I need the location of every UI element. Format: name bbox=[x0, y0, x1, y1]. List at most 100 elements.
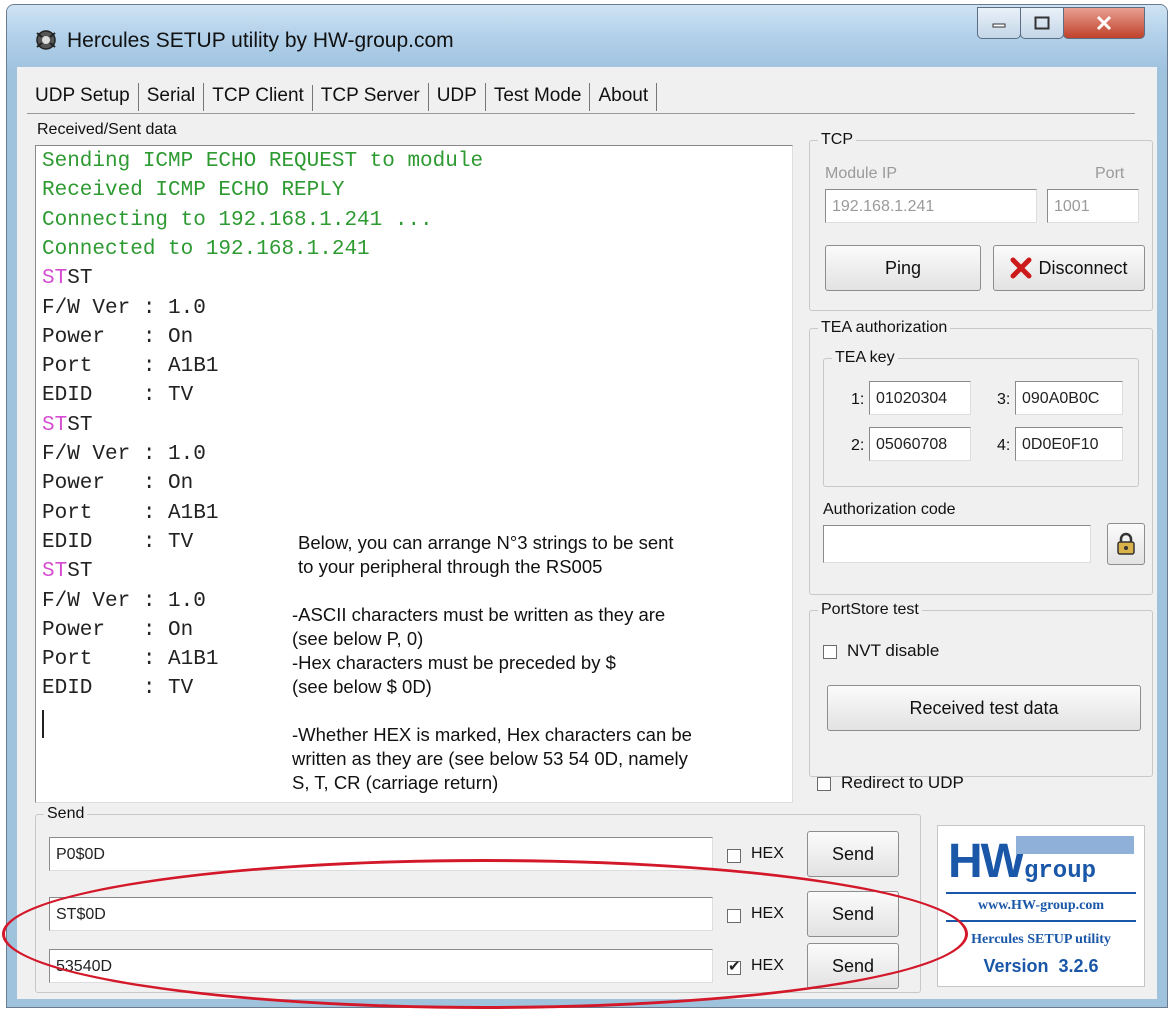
terminal-line: Power : On bbox=[42, 472, 193, 495]
disconnect-button[interactable]: Disconnect bbox=[993, 245, 1145, 291]
app-window: Hercules SETUP utility by HW-group.com U… bbox=[6, 4, 1168, 1008]
tab-udp-setup[interactable]: UDP Setup bbox=[27, 83, 139, 111]
tea-key-4-input[interactable]: 0D0E0F10 bbox=[1015, 427, 1123, 461]
terminal-line: Received ICMP ECHO REPLY bbox=[42, 179, 344, 202]
hex-checkbox-3[interactable] bbox=[727, 957, 741, 975]
text-caret bbox=[42, 710, 44, 738]
tea-legend: TEA authorization bbox=[821, 319, 948, 336]
terminal-line: Connected to 192.168.1.241 bbox=[42, 238, 370, 261]
send-button-1[interactable]: Send bbox=[807, 831, 899, 877]
logo-url: www.HW-group.com bbox=[978, 898, 1104, 913]
tab-test-mode[interactable]: Test Mode bbox=[486, 83, 591, 111]
authorization-code-label: Authorization code bbox=[823, 501, 956, 518]
note-line: to your peripheral through the RS005 bbox=[298, 556, 603, 577]
terminal-line: Connecting to 192.168.1.241 ... bbox=[42, 209, 433, 232]
received-test-data-button[interactable]: Received test data bbox=[827, 685, 1141, 731]
tea-key-2-input[interactable]: 05060708 bbox=[869, 427, 971, 461]
hw-group-logo: HW group www.HW-group.com Hercules SETUP… bbox=[937, 825, 1145, 987]
ping-button[interactable]: Ping bbox=[825, 245, 981, 291]
tab-bar: UDP Setup Serial TCP Client TCP Server U… bbox=[27, 81, 658, 111]
terminal-line: STST bbox=[42, 414, 92, 437]
minimize-icon bbox=[992, 23, 1006, 28]
send-button-label: Send bbox=[831, 903, 875, 924]
ping-label: Ping bbox=[884, 257, 922, 278]
authorization-code-input[interactable] bbox=[823, 525, 1091, 563]
terminal-line-text: Power : On bbox=[42, 472, 194, 496]
terminal-line: F/W Ver : 1.0 bbox=[42, 443, 206, 466]
terminal-line: F/W Ver : 1.0 bbox=[42, 297, 206, 320]
title-bar[interactable]: Hercules SETUP utility by HW-group.com bbox=[7, 5, 1167, 71]
terminal-line-text: F/W Ver : 1.0 bbox=[42, 589, 206, 613]
note-line: (see below P, 0) bbox=[292, 628, 424, 649]
padlock-icon bbox=[1117, 532, 1135, 555]
terminal-line: Sending ICMP ECHO REQUEST to module bbox=[42, 150, 483, 173]
close-icon bbox=[1096, 15, 1112, 31]
terminal-line-text: Connected to 192.168.1.241 bbox=[42, 237, 370, 261]
terminal-line-text: EDID : TV bbox=[42, 384, 194, 408]
tab-serial[interactable]: Serial bbox=[139, 83, 205, 111]
terminal-line: Port : A1B1 bbox=[42, 355, 218, 378]
maximize-button[interactable] bbox=[1020, 7, 1064, 39]
tab-tcp-client[interactable]: TCP Client bbox=[204, 85, 313, 111]
hex-checkbox-2[interactable] bbox=[727, 909, 741, 923]
terminal-line-text: F/W Ver : 1.0 bbox=[42, 443, 206, 466]
tab-tcp-server[interactable]: TCP Server bbox=[313, 83, 429, 111]
terminal-line: Power : On bbox=[42, 619, 193, 642]
terminal-line-text: Sending ICMP ECHO REQUEST to module bbox=[42, 150, 484, 173]
disconnect-label: Disconnect bbox=[1038, 257, 1128, 278]
terminal-line-text: ST bbox=[67, 413, 93, 437]
terminal-line: F/W Ver : 1.0 bbox=[42, 590, 206, 613]
redirect-to-udp-checkbox[interactable] bbox=[817, 777, 831, 791]
note-line: -Whether HEX is marked, Hex characters c… bbox=[292, 724, 692, 745]
tea-key-1-input[interactable]: 01020304 bbox=[869, 381, 971, 415]
terminal-line-text: Power : On bbox=[42, 618, 194, 642]
logo-product: Hercules SETUP utility bbox=[971, 932, 1111, 947]
note-line: -Hex characters must be preceded by $ bbox=[292, 652, 616, 673]
tab-divider bbox=[27, 113, 1135, 114]
minimize-button[interactable] bbox=[977, 7, 1021, 39]
tea-key-3-label: 3: bbox=[997, 391, 1011, 408]
send-button-label: Send bbox=[831, 955, 875, 976]
sent-echo-text: ST bbox=[42, 413, 68, 437]
module-ip-input[interactable]: 192.168.1.241 bbox=[825, 189, 1037, 223]
tea-key-legend: TEA key bbox=[835, 349, 895, 366]
logo-version: Version 3.2.6 bbox=[983, 956, 1099, 976]
received-test-data-label: Received test data bbox=[909, 697, 1059, 718]
tab-udp[interactable]: UDP bbox=[429, 83, 486, 111]
tea-key-3-input[interactable]: 090A0B0C bbox=[1015, 381, 1123, 415]
send-button-2[interactable]: Send bbox=[807, 891, 899, 937]
hercules-app-icon bbox=[36, 30, 56, 50]
terminal-line: STST bbox=[42, 267, 92, 290]
client-area: UDP Setup Serial TCP Client TCP Server U… bbox=[17, 67, 1157, 999]
tea-key-1-label: 1: bbox=[851, 391, 865, 408]
port-input[interactable]: 1001 bbox=[1047, 189, 1139, 223]
send-input-3[interactable]: 53540D bbox=[49, 949, 713, 983]
terminal-line-text: F/W Ver : 1.0 bbox=[42, 296, 206, 320]
window-title: Hercules SETUP utility by HW-group.com bbox=[67, 29, 454, 52]
nvt-disable-label: NVT disable bbox=[847, 641, 940, 660]
close-button[interactable] bbox=[1063, 7, 1145, 39]
hex-checkbox-1[interactable] bbox=[727, 849, 741, 863]
terminal-line-text: Port : A1B1 bbox=[42, 648, 219, 672]
hex-label-2: HEX bbox=[751, 905, 784, 922]
terminal-line-text: Port : A1B1 bbox=[42, 501, 219, 525]
nvt-disable-checkbox[interactable] bbox=[823, 645, 837, 659]
terminal-line-text: ST bbox=[67, 560, 93, 584]
logo-brand-sub: group bbox=[1024, 858, 1097, 885]
send-button-3[interactable]: Send bbox=[807, 943, 899, 989]
terminal-line-text: Received ICMP ECHO REPLY bbox=[42, 179, 345, 203]
terminal-line: Power : On bbox=[42, 326, 193, 349]
tcp-legend: TCP bbox=[821, 131, 853, 148]
note-line: Below, you can arrange N°3 strings to be… bbox=[298, 532, 674, 553]
send-legend: Send bbox=[47, 805, 85, 822]
note-line: S, T, CR (carriage return) bbox=[292, 772, 499, 793]
send-input-2[interactable]: ST$0D bbox=[49, 897, 713, 931]
portstore-legend: PortStore test bbox=[821, 601, 919, 618]
lock-button[interactable] bbox=[1107, 523, 1145, 565]
logo-brand-main: HW bbox=[948, 835, 1026, 888]
received-data-area[interactable]: Sending ICMP ECHO REQUEST to module Recei… bbox=[35, 145, 793, 803]
tab-about[interactable]: About bbox=[590, 83, 658, 111]
send-input-1[interactable]: P0$0D bbox=[49, 837, 713, 871]
note-line: written as they are (see below 53 54 0D,… bbox=[292, 748, 688, 769]
terminal-line: EDID : TV bbox=[42, 677, 193, 700]
